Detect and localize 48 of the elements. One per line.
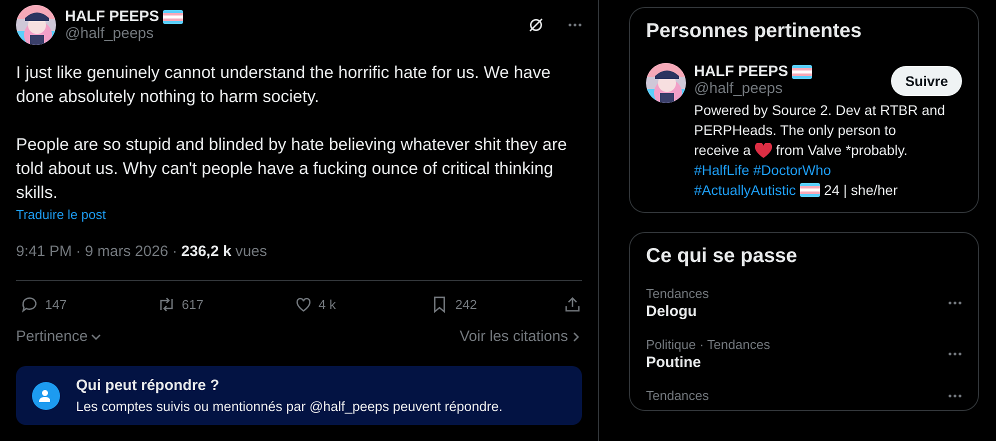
share-icon [563,294,582,314]
author-handle[interactable]: @half_peeps [65,25,518,42]
repost-button[interactable]: 617 [152,294,265,314]
post-date[interactable]: 9 mars 2026 [84,242,168,260]
bio-text: 24 | she/her [824,181,898,200]
author-name[interactable]: HALF PEEPS [65,8,160,25]
hashtag-link[interactable]: #HalfLife [694,160,750,180]
notice-text: Les comptes suivis ou mentionnés par @half_peeps peuvent répondre. [76,399,502,414]
separator-dot: · [172,242,178,260]
notice-title: Qui peut répondre ? [76,377,220,394]
bio-text: Powered by Source 2. Dev at RTBR and [694,101,946,120]
flag-icon [800,183,820,197]
trend-context: Politique · Tendances [646,337,770,352]
share-button[interactable] [563,294,582,314]
follow-button[interactable]: Suivre [891,66,962,96]
heart-icon [754,142,772,158]
trend-name[interactable]: Poutine [646,354,770,371]
more-button[interactable] [948,394,962,398]
more-button[interactable] [948,301,962,305]
person-handle[interactable]: @half_peeps [694,80,783,97]
views-label: vues [235,242,267,260]
quotes-link[interactable]: Voir les citations [460,328,582,345]
more-button[interactable] [948,352,962,356]
view-count: 236,2 k [181,242,232,260]
post-text: I just like genuinely cannot understand the horrific hate for us. We have done absolutely nothing to harm society. [16,62,552,108]
person-name[interactable]: HALF PEEPS [694,63,788,80]
card-title: Personnes pertinentes [645,19,863,43]
post-time[interactable]: 9:41 PM [16,242,72,260]
translate-link[interactable]: Traduire le post [16,207,106,222]
separator-dot: · [76,242,81,260]
card-title: Ce qui se passe [645,244,798,268]
hashtag-link[interactable]: #DoctorWho [753,160,832,180]
trend-name[interactable]: Delogu [646,303,709,320]
grok-icon[interactable] [527,16,545,34]
more-icon[interactable] [568,23,582,27]
trend-context: Tendances [646,388,709,403]
hashtag-link[interactable]: #ActuallyAutistic [694,180,796,200]
bio-text: PERPHeads. The only person to [694,121,896,140]
bookmark-button[interactable]: 242 [426,294,538,314]
sort-dropdown[interactable]: Pertinence [16,328,102,345]
trend-context: Tendances [646,286,709,301]
bio-text: from Valve *probably. [776,141,908,160]
reply-button[interactable]: 147 [16,294,128,314]
reply-icon [20,294,39,314]
bio-text: receive a [694,141,751,160]
person-check-icon [32,382,60,410]
post-text: People are so stupid and blinded by hate believing whatever shit they are told about us. Why can't people have a fucking ounce of critical thinking skills. [16,134,568,204]
like-button[interactable]: 4 k [290,294,402,314]
